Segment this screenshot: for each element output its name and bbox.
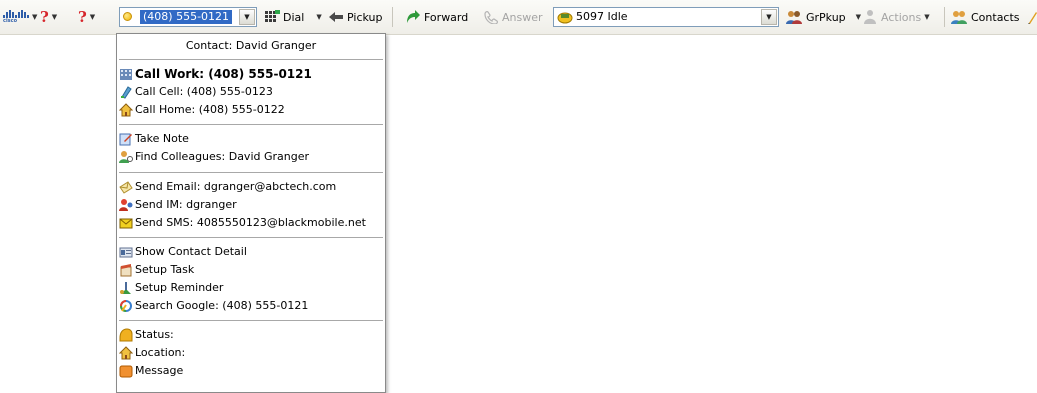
menu-message-label: Message	[135, 364, 184, 377]
google-search-icon	[120, 300, 132, 312]
pencil-tool-button[interactable]	[1027, 8, 1037, 26]
pickup-button[interactable]: Pickup	[328, 8, 382, 26]
menu-separator	[119, 172, 383, 173]
grpkup-label: GrPkup	[806, 10, 846, 24]
actions-icon	[864, 10, 876, 24]
menu-setup-reminder[interactable]: Setup Reminder	[119, 279, 223, 297]
phone-combo-dropdown-button[interactable]: ▼	[239, 9, 255, 25]
forward-label: Forward	[424, 10, 469, 24]
question-icon: ?	[40, 8, 49, 26]
menu-separator	[119, 124, 383, 125]
help-dropdown-arrow-1[interactable]: ▼	[52, 13, 57, 21]
menu-show-contact-detail[interactable]: Show Contact Detail	[119, 243, 247, 261]
contacts-button[interactable]: Contacts	[950, 8, 1020, 26]
menu-message[interactable]: Message	[119, 362, 183, 380]
status-combo-dropdown-button[interactable]: ▼	[761, 9, 777, 25]
menu-call-cell-label: Call Cell: (408) 555-0123	[135, 85, 273, 98]
menu-status[interactable]: Status:	[119, 326, 174, 344]
menu-find-colleagues[interactable]: Find Colleagues: David Granger	[119, 148, 309, 166]
menu-setup-task-label: Setup Task	[135, 263, 195, 276]
menu-call-home[interactable]: Call Home: (408) 555-0122	[119, 101, 285, 119]
phone-number-value[interactable]: (408) 555-0121	[140, 10, 233, 24]
menu-call-cell[interactable]: Call Cell: (408) 555-0123	[119, 83, 273, 101]
menu-search-google-label: Search Google: (408) 555-0121	[135, 299, 309, 312]
menu-send-im-label: Send IM: dgranger	[135, 198, 237, 211]
menu-setup-task[interactable]: Setup Task	[119, 261, 194, 279]
menu-setup-reminder-label: Setup Reminder	[135, 281, 224, 294]
forward-icon	[407, 10, 420, 23]
grpkup-button[interactable]: GrPkup ▼	[785, 8, 861, 26]
menu-separator	[119, 320, 383, 321]
pencil-icon	[1028, 12, 1037, 24]
menu-call-work[interactable]: Call Work: (408) 555-0121	[119, 65, 312, 83]
dial-label: Dial	[283, 10, 305, 24]
contact-context-menu: Contact: David Granger Call Work: (408) …	[116, 33, 386, 393]
answer-icon	[484, 11, 498, 24]
actions-label: Actions	[881, 10, 922, 24]
home-icon	[119, 103, 133, 117]
group-pickup-icon	[786, 11, 802, 24]
help-button-2[interactable]: ? ▼	[78, 8, 95, 26]
contact-card-icon	[119, 247, 133, 258]
office-building-icon	[120, 69, 132, 80]
pickup-label: Pickup	[347, 10, 383, 24]
help-dropdown-arrow-2[interactable]: ▼	[90, 13, 95, 21]
grpkup-dropdown-arrow[interactable]: ▼	[856, 13, 861, 21]
menu-call-work-label: Call Work: (408) 555-0121	[135, 67, 312, 81]
menu-separator	[119, 237, 383, 238]
answer-button[interactable]: Answer	[483, 8, 543, 26]
menu-separator	[119, 59, 383, 60]
phone-status-value: 5097 Idle	[576, 10, 628, 23]
note-icon	[119, 133, 132, 146]
sms-envelope-icon	[119, 218, 133, 229]
contacts-label: Contacts	[971, 10, 1020, 24]
menu-send-email[interactable]: Send Email: dgranger@abctech.com	[119, 178, 336, 196]
cisco-bars-icon	[3, 10, 29, 18]
menu-search-google[interactable]: Search Google: (408) 555-0121	[119, 297, 308, 315]
phone-status-combo[interactable]: 5097 Idle ▼	[553, 7, 779, 27]
task-icon	[120, 264, 132, 277]
menu-header: Contact: David Granger	[185, 39, 317, 52]
menu-send-sms[interactable]: Send SMS: 4085550123@blackmobile.net	[119, 214, 366, 232]
phone-status-icon	[557, 12, 573, 24]
status-bubble-icon	[119, 328, 133, 342]
dial-dropdown-arrow[interactable]: ▼	[316, 13, 321, 21]
email-icon	[119, 181, 133, 194]
instant-message-icon	[119, 199, 133, 211]
home-icon	[119, 346, 133, 360]
menu-show-contact-label: Show Contact Detail	[135, 245, 247, 258]
menu-location[interactable]: Location:	[119, 344, 185, 362]
colleagues-icon	[119, 151, 133, 163]
menu-take-note-label: Take Note	[135, 132, 189, 145]
toolbar: cisco ▼ ? ▼ ? ▼ (408) 555-0121 ▼ Dial ▼ …	[0, 0, 1037, 35]
menu-find-colleagues-label: Find Colleagues: David Granger	[135, 150, 310, 163]
question-icon: ?	[78, 8, 87, 26]
help-button-1[interactable]: ? ▼	[40, 8, 57, 26]
menu-location-label: Location:	[135, 346, 186, 359]
menu-send-email-label: Send Email: dgranger@abctech.com	[135, 180, 337, 193]
presence-dot-icon	[123, 12, 132, 21]
toolbar-separator	[392, 7, 393, 27]
logo-dropdown-arrow[interactable]: ▼	[32, 13, 37, 21]
pickup-arrow-icon	[329, 12, 343, 22]
menu-send-im[interactable]: Send IM: dgranger	[119, 196, 237, 214]
reminder-icon	[120, 282, 131, 294]
message-bubble-icon	[119, 365, 133, 378]
menu-send-sms-label: Send SMS: 4085550123@blackmobile.net	[135, 216, 366, 229]
menu-call-home-label: Call Home: (408) 555-0122	[135, 103, 285, 116]
menu-status-label: Status:	[135, 328, 174, 341]
dial-button[interactable]: Dial ▼	[264, 8, 322, 26]
cisco-logo[interactable]: cisco ▼	[3, 8, 37, 26]
toolbar-separator	[944, 7, 945, 27]
answer-label: Answer	[502, 10, 543, 24]
menu-take-note[interactable]: Take Note	[119, 130, 189, 148]
forward-button[interactable]: Forward	[405, 8, 468, 26]
dial-pad-icon	[265, 10, 280, 22]
phone-number-combo[interactable]: (408) 555-0121 ▼	[119, 7, 257, 27]
cell-phone-icon	[121, 86, 132, 99]
actions-dropdown-arrow[interactable]: ▼	[924, 13, 929, 21]
actions-button[interactable]: Actions ▼	[862, 8, 930, 26]
contacts-icon	[951, 11, 967, 24]
